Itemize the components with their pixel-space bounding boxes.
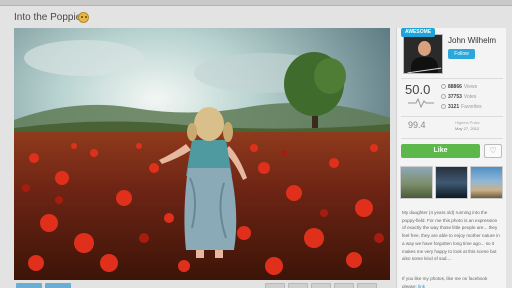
related-photo-thumb[interactable] — [435, 166, 468, 199]
like-button[interactable]: Like — [401, 144, 480, 158]
facebook-note: If you like my photos, like me on facebo… — [402, 276, 488, 288]
share-button[interactable] — [45, 283, 71, 288]
photo-illustration — [14, 28, 390, 280]
share-button[interactable] — [16, 283, 42, 288]
google-share-button[interactable] — [334, 283, 354, 288]
favorite-button[interactable]: ♡ — [484, 144, 502, 158]
main-photo[interactable] — [14, 28, 390, 280]
eye-icon — [441, 84, 446, 90]
facebook-link[interactable]: link — [418, 284, 425, 288]
highest-pulse-score: 99.4 — [408, 120, 426, 130]
username-link[interactable]: John Wilhelm — [448, 36, 496, 45]
pulse-score: 50.0 — [405, 82, 431, 97]
social-buttons — [265, 283, 377, 288]
twitter-share-button[interactable] — [288, 283, 308, 288]
highest-pulse-date: May 27, 2012 — [455, 126, 480, 131]
heart-icon: ♡ — [489, 146, 497, 155]
photo-sidebar: AWESOME John Wilhelm Follow 50.0 88866 Vi… — [396, 28, 506, 288]
browser-top-strip — [0, 0, 512, 6]
star-icon — [441, 104, 446, 110]
related-photo-thumb[interactable] — [470, 166, 503, 199]
page-title: Into the Poppies — [14, 12, 87, 23]
divider — [401, 138, 503, 139]
views-stat: 88866 Views — [441, 83, 477, 91]
facebook-share-button[interactable] — [265, 283, 285, 288]
emoji-icon — [78, 12, 89, 23]
highest-pulse-label: Highest Pulse — [455, 120, 480, 125]
avatar[interactable] — [403, 34, 443, 74]
related-photo-thumb[interactable] — [400, 166, 433, 199]
favorites-stat: 3121 Favorites — [441, 103, 482, 111]
divider — [401, 78, 503, 79]
photo-description: My daughter (4 years old) running into t… — [402, 210, 500, 262]
pulse-icon — [408, 98, 434, 108]
divider — [401, 116, 503, 117]
pinterest-share-button[interactable] — [311, 283, 331, 288]
votes-stat: 37753 Votes — [441, 93, 476, 101]
email-share-button[interactable] — [357, 283, 377, 288]
follow-button[interactable]: Follow — [448, 49, 475, 59]
heart-outline-icon — [441, 94, 446, 100]
awesome-badge: AWESOME — [401, 28, 436, 37]
share-buttons-left — [16, 283, 72, 288]
